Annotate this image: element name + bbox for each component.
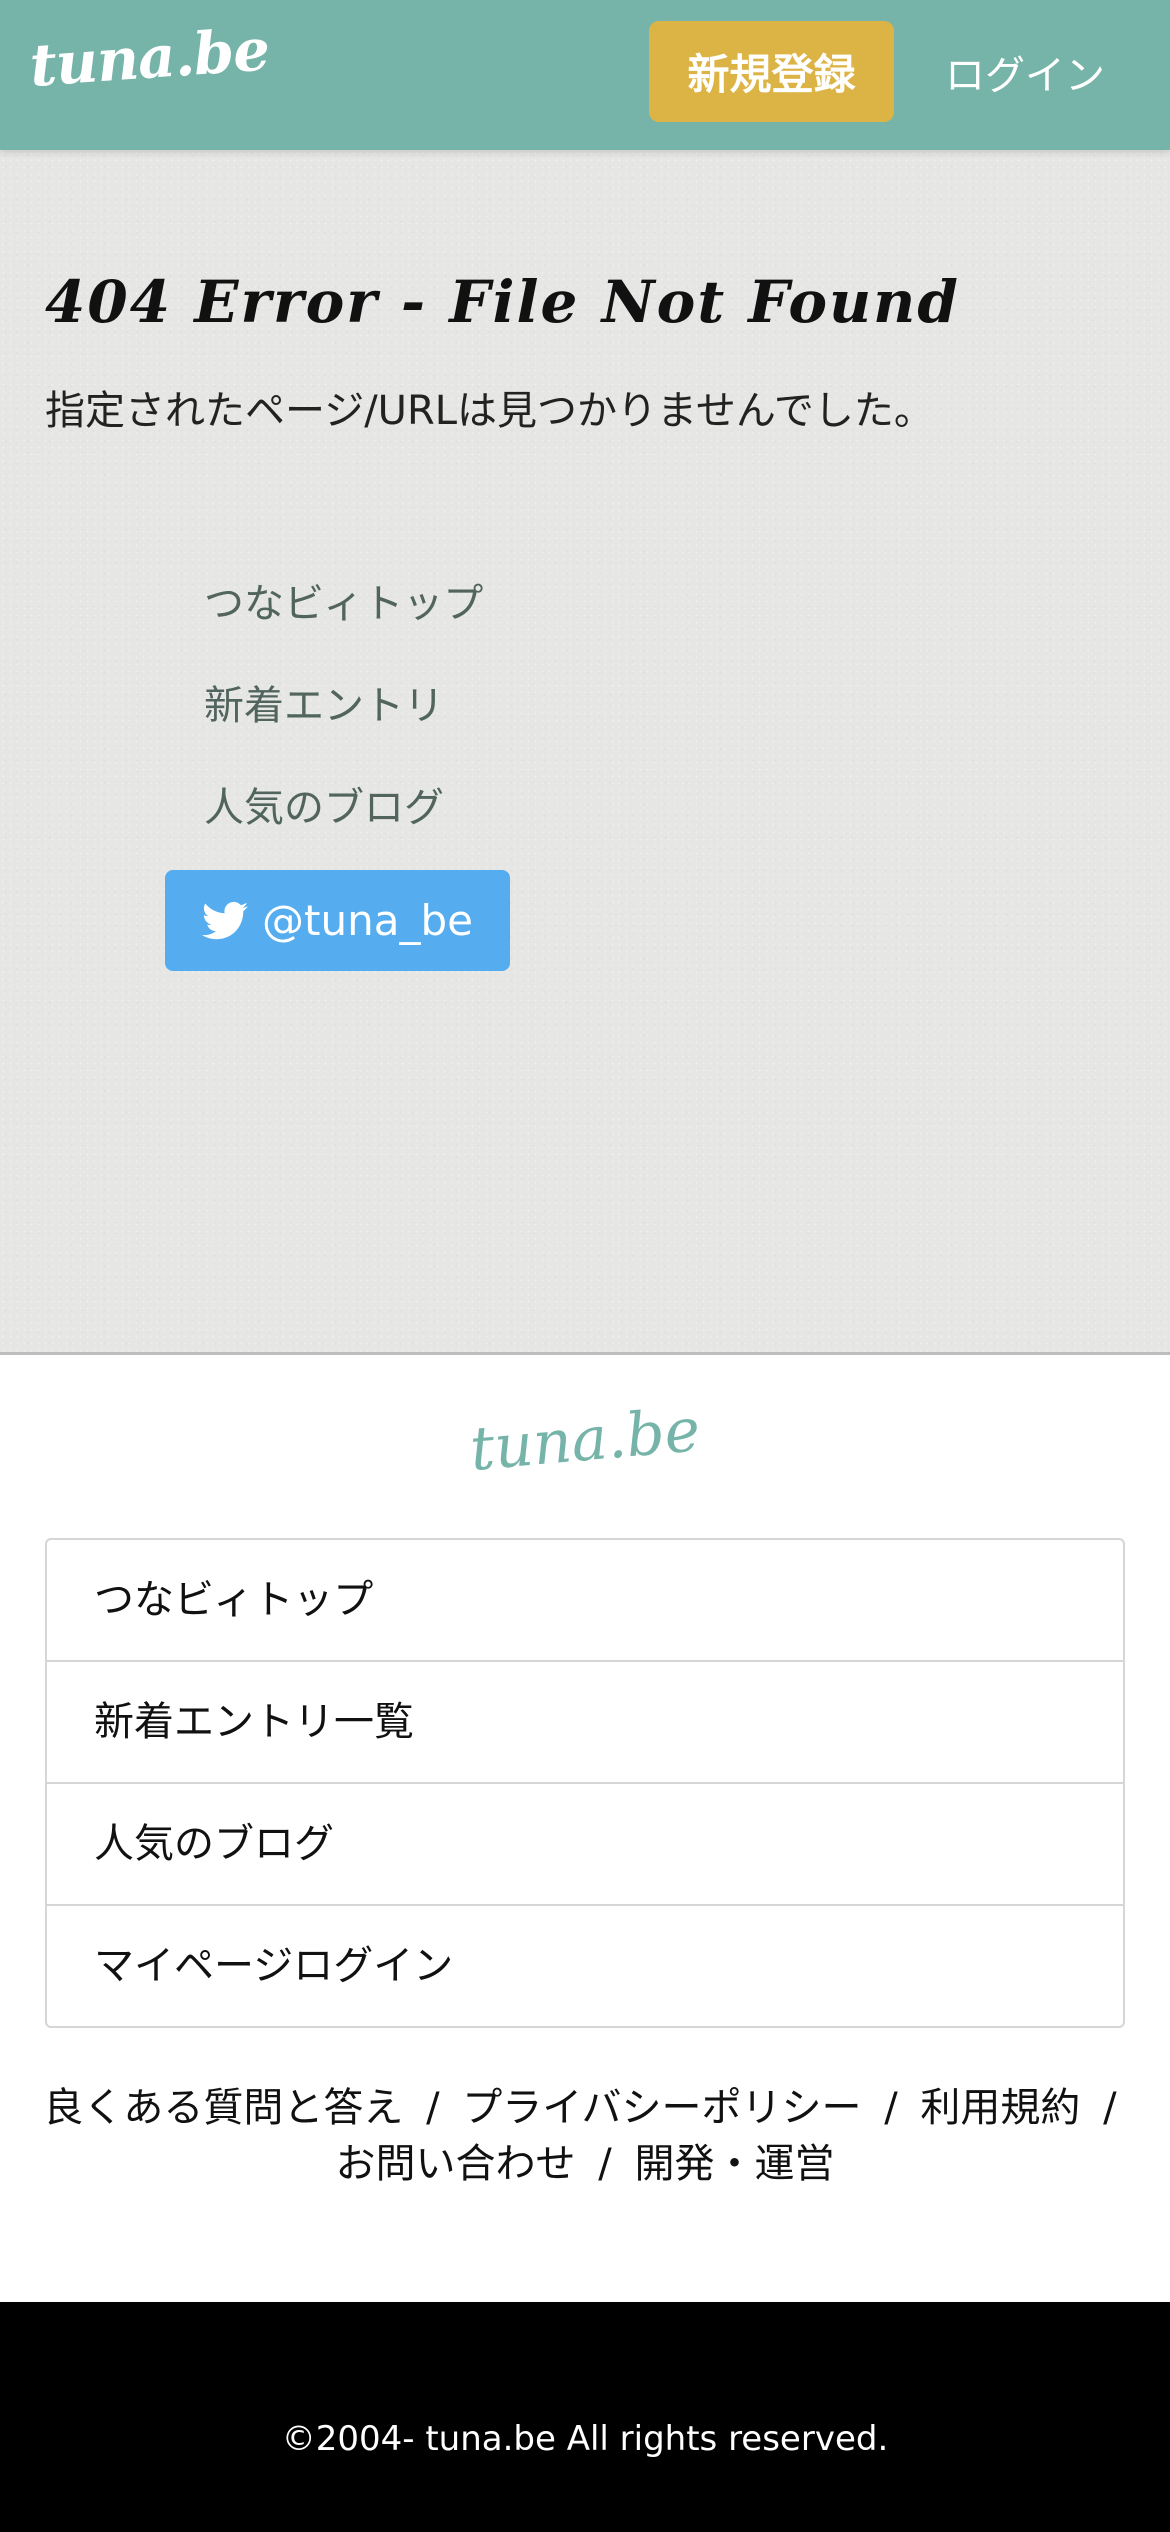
link-tunabe-top[interactable]: つなビィトップ — [204, 578, 483, 680]
separator: / — [598, 2141, 612, 2187]
main-content: 404 Error - File Not Found 指定されたページ/URLは… — [0, 150, 1170, 1355]
developer-link[interactable]: 開発・運営 — [634, 2141, 834, 2187]
copyright-text: ©2004- tuna.be All rights reserved. — [281, 2419, 889, 2459]
footer-link-popular-blogs[interactable]: 人気のブログ — [47, 1782, 1123, 1904]
site-footer: tuna.be つなビィトップ 新着エントリ一覧 人気のブログ マイページログイ… — [0, 1355, 1170, 2302]
site-header: tuna.be 新規登録 ログイン — [0, 0, 1170, 150]
twitter-follow-button[interactable]: @tuna_be — [165, 870, 510, 971]
footer-link-tunabe-top[interactable]: つなビィトップ — [47, 1540, 1123, 1660]
terms-link[interactable]: 利用規約 — [920, 2085, 1080, 2131]
register-button[interactable]: 新規登録 — [649, 21, 894, 122]
footer-link-new-entries[interactable]: 新着エントリ一覧 — [47, 1660, 1123, 1782]
login-button[interactable]: ログイン — [915, 21, 1135, 122]
separator: / — [426, 2085, 440, 2131]
footer-text-links: 良くある質問と答え / プライバシーポリシー / 利用規約 / お問い合わせ /… — [0, 2080, 1170, 2192]
error-message: 指定されたページ/URLは見つかりませんでした。 — [45, 388, 934, 434]
faq-link[interactable]: 良くある質問と答え — [43, 2085, 403, 2131]
twitter-bird-icon — [202, 901, 249, 939]
contact-link[interactable]: お問い合わせ — [336, 2141, 576, 2187]
footer-logo[interactable]: tuna.be — [0, 1395, 1170, 1485]
privacy-policy-link[interactable]: プライバシーポリシー — [462, 2085, 861, 2131]
twitter-handle-label: @tuna_be — [262, 896, 473, 945]
footer-link-mypage-login[interactable]: マイページログイン — [47, 1904, 1123, 2026]
copyright-bar: ©2004- tuna.be All rights reserved. — [0, 2302, 1170, 2532]
link-popular-blogs[interactable]: 人気のブログ — [204, 782, 483, 884]
site-logo[interactable]: tuna.be — [28, 15, 272, 100]
error-title: 404 Error - File Not Found — [45, 268, 960, 336]
footer-nav-list: つなビィトップ 新着エントリ一覧 人気のブログ マイページログイン — [45, 1538, 1125, 2028]
link-new-entries[interactable]: 新着エントリ — [204, 680, 483, 782]
separator: / — [1103, 2085, 1117, 2131]
separator: / — [884, 2085, 898, 2131]
main-links: つなビィトップ 新着エントリ 人気のブログ — [204, 578, 483, 884]
